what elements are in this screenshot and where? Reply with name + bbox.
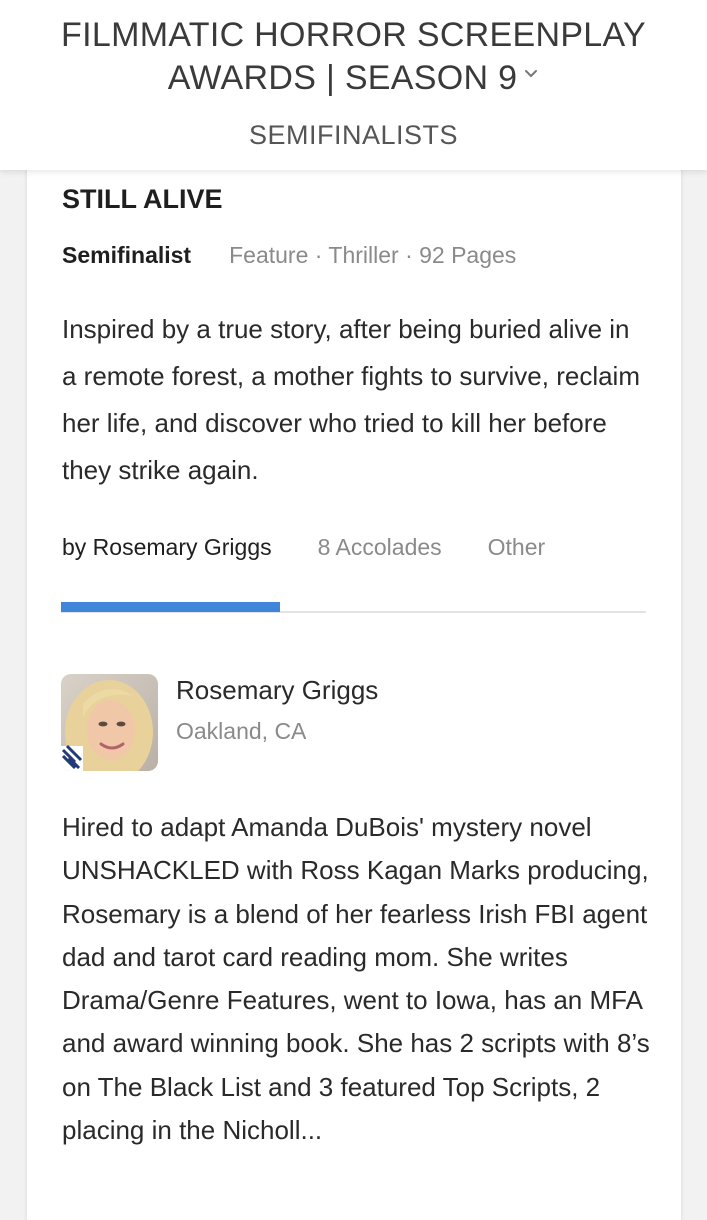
project-logline: Inspired by a true story, after being bu… bbox=[62, 314, 640, 485]
active-tab-indicator bbox=[61, 602, 280, 612]
page-header: FILMMATIC HORROR SCREENPLAY AWARDS | SEA… bbox=[0, 0, 707, 170]
writer-name[interactable]: Rosemary Griggs bbox=[176, 675, 378, 706]
tab-other[interactable]: Other bbox=[488, 534, 546, 561]
avatar[interactable] bbox=[61, 674, 158, 771]
writer-bio: Hired to adapt Amanda DuBois' mystery no… bbox=[62, 812, 650, 1146]
project-details: Feature · Thriller · 92 Pages bbox=[229, 242, 517, 268]
tab-writer[interactable]: by Rosemary Griggs bbox=[62, 534, 272, 561]
tab-accolades[interactable]: 8 Accolades bbox=[318, 534, 442, 561]
avatar-photo bbox=[61, 674, 158, 771]
project-title[interactable]: STILL ALIVE bbox=[62, 184, 223, 215]
competition-title[interactable]: FILMMATIC HORROR SCREENPLAY AWARDS | SEA… bbox=[61, 16, 646, 97]
project-meta: Semifinalist Feature · Thriller · 92 Page… bbox=[62, 242, 516, 269]
writer-location: Oakland, CA bbox=[176, 718, 307, 744]
tab-bar: by Rosemary Griggs 8 Accolades Other bbox=[62, 534, 545, 561]
competition-selector[interactable]: FILMMATIC HORROR SCREENPLAY AWARDS | SEA… bbox=[40, 14, 667, 100]
page-subtitle: SEMIFINALISTS bbox=[248, 120, 459, 150]
chevron-down-icon[interactable] bbox=[523, 66, 539, 82]
status-badge: Semifinalist bbox=[62, 242, 192, 268]
